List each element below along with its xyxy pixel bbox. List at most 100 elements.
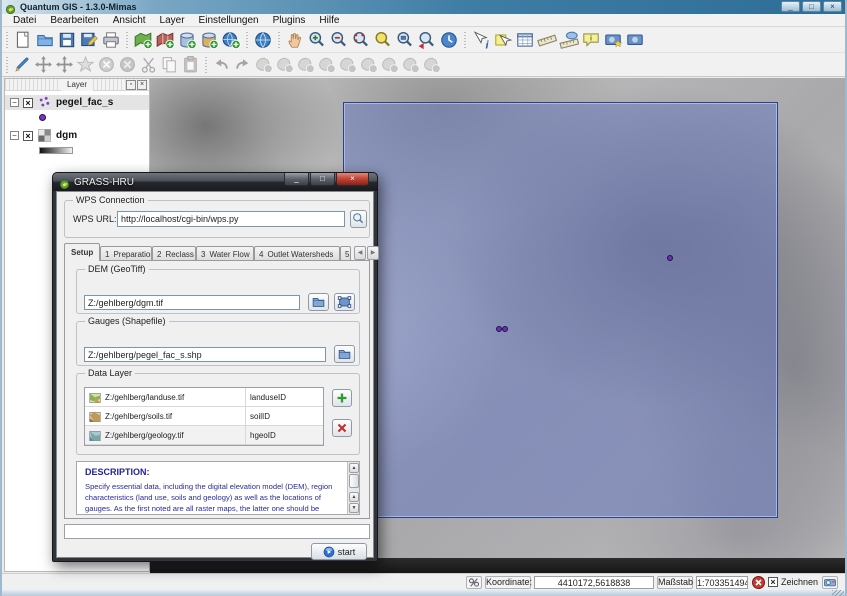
add-postgis-layer-icon[interactable] [177, 30, 197, 50]
move-feature-icon[interactable] [34, 55, 53, 74]
tab-reclass[interactable]: 2Reclass [152, 246, 196, 261]
tab-water-flow[interactable]: 3Water Flow [196, 246, 254, 261]
data-layer-row[interactable]: Z:/gehlberg/soils.tifsoilID [85, 407, 323, 426]
add-island-icon[interactable] [380, 55, 399, 74]
delete-layer-row-button[interactable] [332, 419, 352, 437]
dialog-minimize-button[interactable]: _ [284, 173, 309, 186]
gauges-browse-button[interactable] [334, 345, 355, 363]
print-composer-icon[interactable] [101, 30, 121, 50]
add-database-layer-icon[interactable] [199, 30, 219, 50]
refresh-icon[interactable] [439, 30, 459, 50]
gauges-path-input[interactable] [84, 347, 326, 362]
dem-path-input[interactable] [84, 295, 300, 310]
node-tool-icon[interactable] [76, 55, 95, 74]
expander-icon[interactable]: − [10, 98, 19, 107]
cut-features-icon[interactable] [139, 55, 158, 74]
capture-line-icon[interactable] [275, 55, 294, 74]
scrollbar-thumb[interactable] [349, 474, 359, 488]
region-selection-rectangle[interactable] [343, 102, 778, 518]
data-layer-row[interactable]: Z:/gehlberg/landuse.tiflanduseID [85, 388, 323, 407]
start-button[interactable]: start [311, 543, 367, 560]
tab-preparation[interactable]: 1Preparation [100, 246, 152, 261]
zoom-to-selection-icon[interactable] [351, 30, 371, 50]
menu-hilfe[interactable]: Hilfe [312, 14, 346, 27]
dialog-maximize-button[interactable]: □ [310, 173, 335, 186]
add-raster-layer-icon[interactable] [155, 30, 175, 50]
add-vector-layer-icon[interactable] [133, 30, 153, 50]
wps-url-input[interactable] [117, 211, 345, 227]
scale-field[interactable] [696, 576, 748, 589]
identify-features-icon[interactable]: i [471, 30, 491, 50]
save-project-as-icon[interactable] [79, 30, 99, 50]
dock-close-icon[interactable]: × [137, 80, 147, 90]
minimize-button[interactable]: _ [781, 1, 800, 12]
open-attribute-table-icon[interactable] [515, 30, 535, 50]
add-ring-icon[interactable] [359, 55, 378, 74]
menu-layer[interactable]: Layer [153, 14, 192, 27]
pan-map-icon[interactable] [285, 30, 305, 50]
stop-render-icon[interactable] [752, 576, 765, 589]
copy-features-icon[interactable] [160, 55, 179, 74]
tab-setup[interactable]: Setup [64, 243, 100, 261]
add-layer-row-button[interactable] [332, 389, 352, 407]
tab-scroll-right-icon[interactable]: ▶ [367, 246, 379, 260]
layers-panel-header[interactable]: Layer ▫ × [5, 79, 149, 91]
expander-icon[interactable]: − [10, 131, 19, 140]
measure-area-icon[interactable] [559, 30, 579, 50]
layer-checkbox[interactable]: × [23, 131, 33, 141]
new-project-icon[interactable] [13, 30, 33, 50]
paste-features-icon[interactable] [181, 55, 200, 74]
map-tips-icon[interactable]: i [581, 30, 601, 50]
delete-selected-icon[interactable] [97, 55, 116, 74]
close-button[interactable]: × [823, 1, 842, 12]
reshape-features-icon[interactable] [401, 55, 420, 74]
capture-point-icon[interactable] [254, 55, 273, 74]
split-features-icon[interactable] [422, 55, 441, 74]
scroll-up-icon[interactable]: ▲ [349, 463, 359, 473]
resize-grip[interactable] [832, 590, 844, 596]
dock-float-icon[interactable]: ▫ [126, 80, 136, 90]
undo-icon[interactable] [212, 55, 231, 74]
move-feature-part-icon[interactable] [317, 55, 336, 74]
menu-ansicht[interactable]: Ansicht [106, 14, 153, 27]
layer-checkbox[interactable]: × [23, 98, 33, 108]
progress-field[interactable] [64, 524, 370, 539]
dem-browse-button[interactable] [308, 293, 329, 311]
redo-icon[interactable] [233, 55, 252, 74]
gauge-point[interactable] [667, 255, 673, 261]
show-bookmarks-icon[interactable] [625, 30, 645, 50]
zoom-to-layer-icon[interactable] [395, 30, 415, 50]
add-wms-layer-icon[interactable] [221, 30, 241, 50]
tab-scroll-left-icon[interactable]: ◀ [354, 246, 366, 260]
crs-status-icon[interactable] [822, 576, 838, 589]
wps-test-button[interactable] [350, 210, 367, 228]
menu-bearbeiten[interactable]: Bearbeiten [43, 14, 105, 27]
measure-line-icon[interactable] [537, 30, 557, 50]
capture-polygon-icon[interactable] [296, 55, 315, 74]
delete-ring-icon[interactable] [338, 55, 357, 74]
dialog-title-bar[interactable]: GRASS-HRU _ □ × [53, 173, 377, 191]
delete-part-icon[interactable] [118, 55, 137, 74]
mouse-position-icon[interactable] [466, 576, 482, 589]
tab-outlet-watersheds[interactable]: 4Outlet Watersheds [254, 246, 340, 261]
layer-row-pegel-fac-s[interactable]: −×pegel_fac_s [5, 95, 149, 110]
scroll-down-icon[interactable]: ▼ [349, 503, 359, 513]
render-checkbox[interactable]: × [768, 577, 778, 587]
maximize-button[interactable]: □ [802, 1, 821, 12]
coordinate-field[interactable] [534, 576, 654, 589]
menu-datei[interactable]: Datei [6, 14, 43, 27]
zoom-in-icon[interactable] [307, 30, 327, 50]
layer-row-dgm[interactable]: −×dgm [5, 128, 149, 143]
save-project-icon[interactable] [57, 30, 77, 50]
data-layer-row[interactable]: Z:/gehlberg/geology.tifhgeoID [85, 426, 323, 445]
move-vertex-icon[interactable] [55, 55, 74, 74]
globe-icon[interactable] [253, 30, 273, 50]
dialog-close-button[interactable]: × [336, 173, 369, 186]
scroll-up2-icon[interactable]: ▲ [349, 492, 359, 502]
new-bookmark-icon[interactable] [603, 30, 623, 50]
zoom-out-icon[interactable] [329, 30, 349, 50]
tab-5[interactable]: 5 [340, 246, 351, 261]
description-scrollbar[interactable]: ▲ ▲ ▼ [347, 462, 359, 514]
zoom-full-icon[interactable] [373, 30, 393, 50]
gauge-point[interactable] [502, 326, 508, 332]
